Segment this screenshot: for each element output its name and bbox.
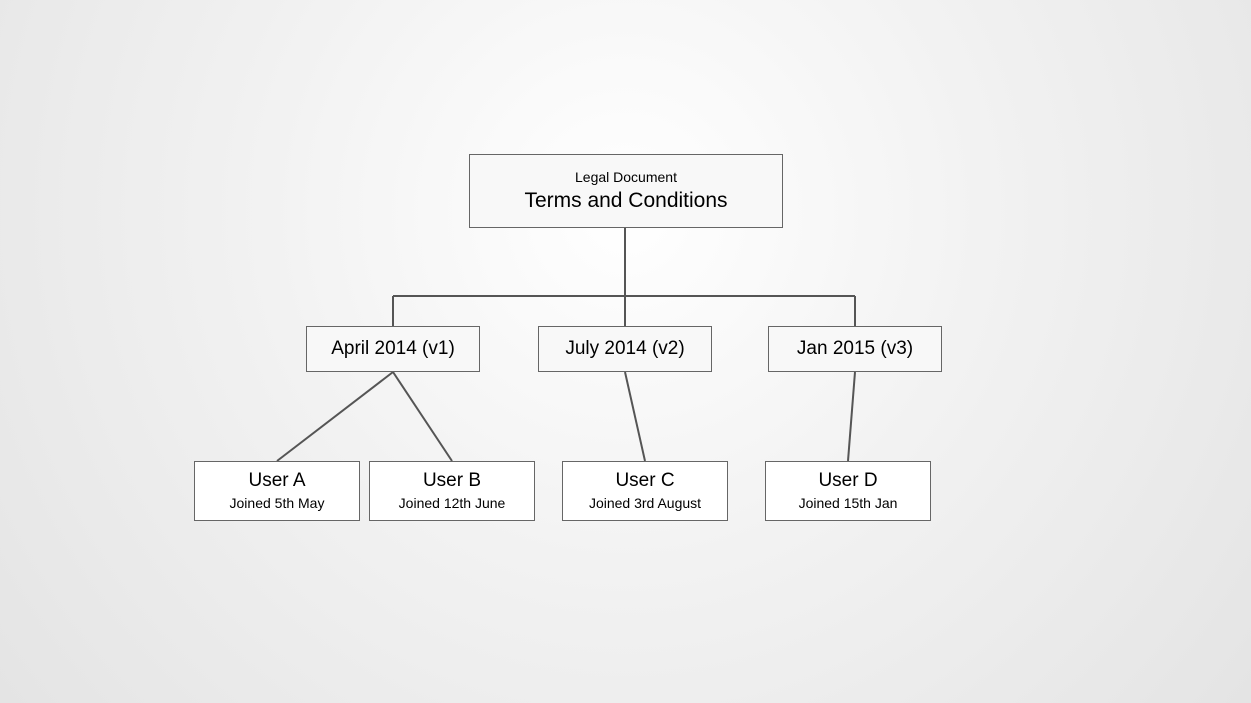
user-node-c: User C Joined 3rd August xyxy=(562,461,728,521)
user-joined: Joined 3rd August xyxy=(589,495,701,512)
user-joined: Joined 15th Jan xyxy=(799,495,898,512)
root-title: Terms and Conditions xyxy=(524,188,727,213)
user-node-d: User D Joined 15th Jan xyxy=(765,461,931,521)
user-node-a: User A Joined 5th May xyxy=(194,461,360,521)
root-subtitle: Legal Document xyxy=(575,169,677,186)
version-label: July 2014 (v2) xyxy=(565,338,684,361)
user-name: User C xyxy=(615,470,674,493)
version-node-v1: April 2014 (v1) xyxy=(306,326,480,372)
version-label: April 2014 (v1) xyxy=(331,338,455,361)
user-node-b: User B Joined 12th June xyxy=(369,461,535,521)
diagram-canvas: Legal Document Terms and Conditions Apri… xyxy=(0,0,1251,703)
user-name: User D xyxy=(818,470,877,493)
version-label: Jan 2015 (v3) xyxy=(797,338,913,361)
version-node-v3: Jan 2015 (v3) xyxy=(768,326,942,372)
version-node-v2: July 2014 (v2) xyxy=(538,326,712,372)
user-name: User A xyxy=(248,470,305,493)
user-joined: Joined 5th May xyxy=(230,495,325,512)
user-name: User B xyxy=(423,470,481,493)
root-node-terms-and-conditions: Legal Document Terms and Conditions xyxy=(469,154,783,228)
user-joined: Joined 12th June xyxy=(399,495,506,512)
